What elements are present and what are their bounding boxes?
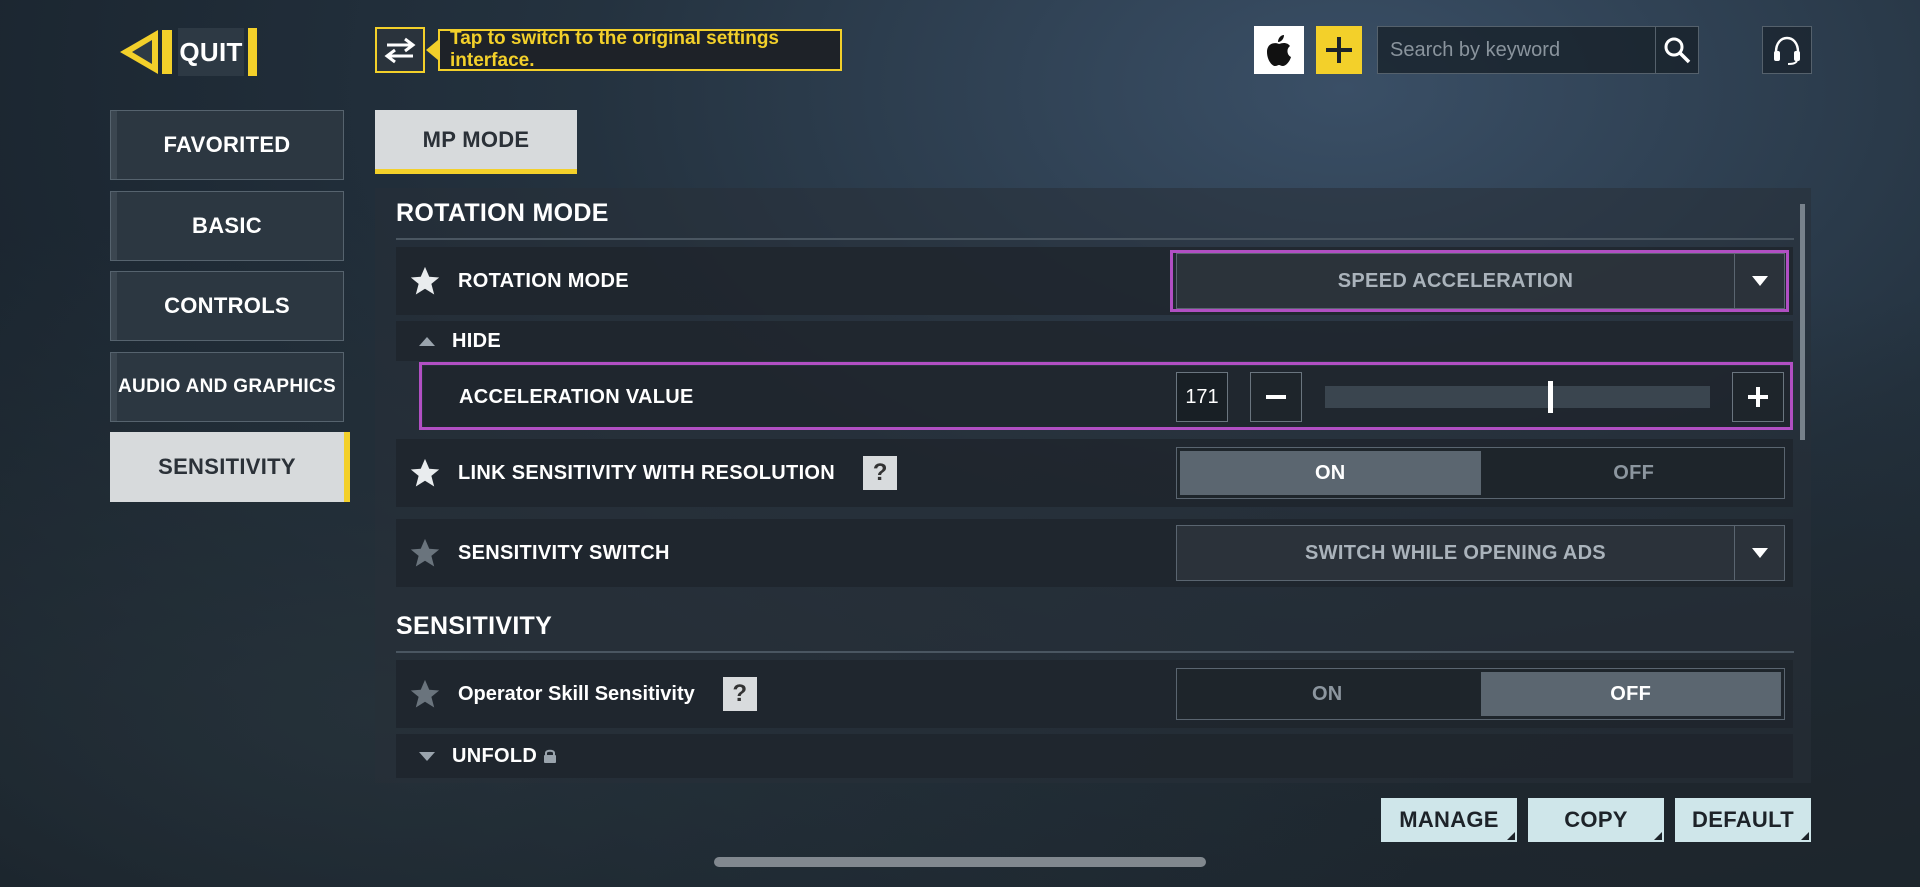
sidebar-item-label: CONTROLS [164,293,290,318]
setting-row-operator-skill: Operator Skill Sensitivity ? ON OFF [396,660,1793,728]
tooltip-pointer [426,40,438,60]
help-button[interactable]: ? [722,677,757,711]
setting-label: LINK SENSITIVITY WITH RESOLUTION [458,461,836,484]
dropdown-value: SWITCH WHILE OPENING ADS [1305,541,1606,564]
toggle-on[interactable]: ON [1180,451,1481,495]
section-divider [396,651,1794,653]
sidebar-item-sensitivity[interactable]: SENSITIVITY [110,432,350,502]
hide-toggle-row[interactable]: HIDE [396,321,1793,361]
unfold-label: UNFOLD [452,744,538,767]
setting-label: ROTATION MODE [458,269,629,292]
section-title-rotation: ROTATION MODE [396,199,609,227]
sidebar-item-label: AUDIO AND GRAPHICS [118,376,336,397]
back-arrow-icon [120,30,172,74]
copy-button[interactable]: COPY [1528,798,1664,842]
lock-icon [544,749,557,763]
setting-row-sensitivity-switch: SENSITIVITY SWITCH SWITCH WHILE OPENING … [396,519,1793,587]
highlight-acceleration-row [419,362,1793,430]
favorite-star-icon[interactable] [408,677,442,711]
switch-interface-button[interactable] [375,27,425,73]
manage-button[interactable]: MANAGE [1381,798,1517,842]
search-icon [1664,37,1691,64]
switch-arrows-icon [384,37,416,64]
caret-up-icon [419,337,435,346]
section-title-sensitivity: SENSITIVITY [396,612,553,640]
search-input[interactable] [1378,27,1655,73]
favorite-star-icon[interactable] [408,264,442,298]
search-button[interactable] [1655,27,1698,73]
caret-down-icon [419,752,435,761]
unfold-toggle-row[interactable]: UNFOLD [396,734,1793,778]
highlight-rotation-dropdown [1170,250,1789,312]
setting-label: Operator Skill Sensitivity [458,682,695,705]
plus-icon [1326,37,1352,63]
chevron-down-icon [1751,548,1768,558]
customer-support-button[interactable] [1762,26,1812,74]
favorite-star-icon[interactable] [408,536,442,570]
sidebar-item-label: SENSITIVITY [158,454,296,479]
toggle-off[interactable]: OFF [1480,672,1781,716]
apple-icon [1267,35,1291,66]
sidebar-item-favorited[interactable]: FAVORITED [110,110,344,180]
sidebar-item-basic[interactable]: BASIC [110,191,344,261]
favorite-star-icon[interactable] [408,456,442,490]
help-button[interactable]: ? [863,456,898,490]
add-button[interactable] [1316,26,1362,74]
scrollbar[interactable] [1800,204,1805,440]
sidebar-item-controls[interactable]: CONTROLS [110,271,344,341]
quit-accent-bar [248,28,257,76]
setting-row-link-sensitivity: LINK SENSITIVITY WITH RESOLUTION ? ON OF… [396,439,1793,507]
link-sensitivity-toggle: ON OFF [1176,447,1785,499]
headset-icon [1774,36,1800,65]
dropdown-arrow [1734,526,1784,580]
switch-tooltip: Tap to switch to the original settings i… [438,28,842,71]
sidebar-item-audio-graphics[interactable]: AUDIO AND GRAPHICS [110,352,344,422]
sidebar-item-label: BASIC [192,213,262,238]
section-divider [396,238,1794,240]
tab-mp-mode[interactable]: MP MODE [375,110,577,174]
search-bar [1377,26,1699,74]
default-button[interactable]: DEFAULT [1675,798,1811,842]
operator-skill-toggle: ON OFF [1176,668,1785,720]
apple-account-button[interactable] [1254,26,1304,74]
quit-label: QUIT [178,28,244,76]
sensitivity-switch-dropdown[interactable]: SWITCH WHILE OPENING ADS [1176,525,1785,581]
toggle-on[interactable]: ON [1177,669,1478,719]
hide-label: HIDE [452,329,501,352]
home-indicator[interactable] [714,857,1206,867]
sidebar-item-label: FAVORITED [163,132,291,157]
quit-button[interactable]: QUIT [118,28,262,76]
toggle-off[interactable]: OFF [1484,448,1785,498]
setting-label: SENSITIVITY SWITCH [458,541,670,564]
